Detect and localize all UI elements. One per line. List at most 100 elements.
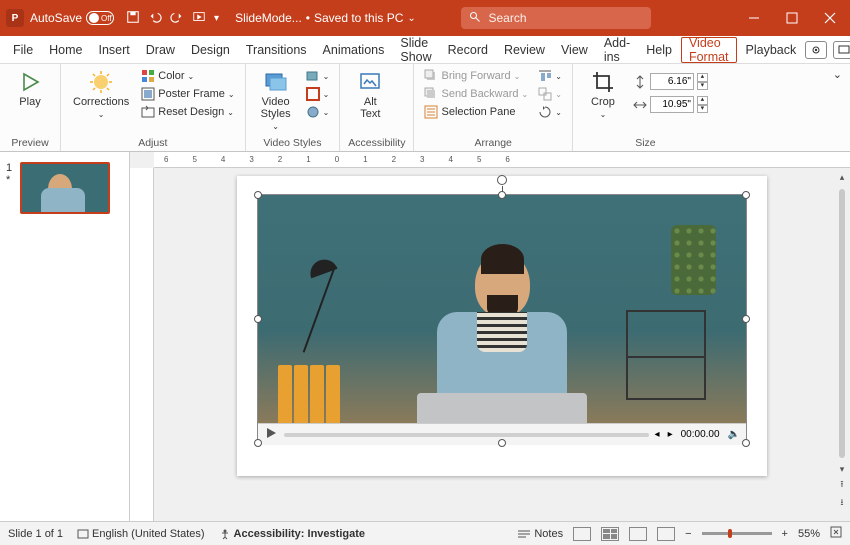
resize-handle[interactable] xyxy=(498,191,506,199)
rotate-button[interactable]: ⌄ xyxy=(536,104,564,120)
redo-icon[interactable] xyxy=(170,10,184,27)
zoom-out-icon[interactable]: − xyxy=(685,528,691,540)
tab-playback[interactable]: Playback xyxy=(739,37,804,63)
accessibility-indicator[interactable]: Accessibility: Investigate xyxy=(219,528,365,540)
reset-design-button[interactable]: Reset Design ⌄ xyxy=(139,104,236,120)
tab-review[interactable]: Review xyxy=(497,37,552,63)
tab-help[interactable]: Help xyxy=(639,37,679,63)
status-bar: Slide 1 of 1 English (United States) Acc… xyxy=(0,521,850,545)
zoom-level[interactable]: 55% xyxy=(798,528,820,540)
video-mute-icon[interactable]: 🔈 xyxy=(728,429,740,440)
tab-addins[interactable]: Add-ins xyxy=(597,37,637,63)
tab-home[interactable]: Home xyxy=(42,37,89,63)
video-effects-button[interactable]: ⌄ xyxy=(304,104,332,120)
tab-file[interactable]: File xyxy=(6,37,40,63)
next-slide-icon[interactable]: ⭳ xyxy=(840,495,843,511)
tab-slideshow[interactable]: Slide Show xyxy=(393,37,438,63)
undo-icon[interactable] xyxy=(148,10,162,27)
ribbon-collapse-icon[interactable]: ⌄ xyxy=(825,64,850,151)
group-button[interactable]: ⌄ xyxy=(536,86,564,102)
resize-handle[interactable] xyxy=(742,191,750,199)
resize-handle[interactable] xyxy=(254,439,262,447)
resize-handle[interactable] xyxy=(742,315,750,323)
scroll-up-icon[interactable]: ▴ xyxy=(840,172,845,183)
qat-more-icon[interactable]: ▾ xyxy=(214,13,219,24)
zoom-in-icon[interactable]: + xyxy=(782,528,788,540)
video-shape-button[interactable]: ⌄ xyxy=(304,68,332,84)
search-box[interactable] xyxy=(461,7,651,29)
thumbnail-image[interactable] xyxy=(20,162,110,214)
reading-view-icon[interactable] xyxy=(629,527,647,541)
video-next-frame-icon[interactable]: ▸ xyxy=(668,429,673,440)
width-field[interactable]: ▴▾ xyxy=(631,95,710,114)
width-spinner[interactable]: ▴▾ xyxy=(697,96,708,113)
sorter-view-icon[interactable] xyxy=(601,527,619,541)
zoom-slider[interactable] xyxy=(702,532,772,535)
height-input[interactable] xyxy=(650,73,694,90)
scroll-down-icon[interactable]: ▾ xyxy=(840,464,845,475)
vertical-scrollbar[interactable]: ▴ ▾ ⭱ ⭳ xyxy=(836,172,848,511)
maximize-button[interactable] xyxy=(778,4,806,32)
scroll-thumb[interactable] xyxy=(839,189,845,458)
tab-draw[interactable]: Draw xyxy=(139,37,182,63)
video-play-icon[interactable] xyxy=(264,426,278,443)
chevron-down-icon[interactable]: ⌄ xyxy=(407,13,415,24)
present-icon[interactable] xyxy=(833,41,850,59)
notes-button[interactable]: Notes xyxy=(517,528,563,540)
tab-view[interactable]: View xyxy=(554,37,595,63)
fit-to-window-icon[interactable] xyxy=(830,526,842,541)
save-icon[interactable] xyxy=(126,10,140,27)
tab-record[interactable]: Record xyxy=(441,37,495,63)
toggle-switch[interactable]: Off xyxy=(86,11,114,25)
video-border-button[interactable]: ⌄ xyxy=(304,86,332,102)
video-seek-track[interactable] xyxy=(284,433,649,437)
search-input[interactable] xyxy=(489,11,643,25)
width-input[interactable] xyxy=(650,96,694,113)
video-prev-frame-icon[interactable]: ◂ xyxy=(655,429,660,440)
prev-slide-icon[interactable]: ⭱ xyxy=(840,477,843,493)
group-size: Crop ⌄ ▴▾ ▴▾ Size xyxy=(573,64,718,151)
height-spinner[interactable]: ▴▾ xyxy=(697,73,708,90)
height-field[interactable]: ▴▾ xyxy=(631,72,710,91)
language-indicator[interactable]: English (United States) xyxy=(77,528,205,540)
slide[interactable]: ◂ ▸ 00:00.00 🔈 xyxy=(237,176,767,476)
tab-insert[interactable]: Insert xyxy=(92,37,137,63)
resize-handle[interactable] xyxy=(742,439,750,447)
tab-video-format[interactable]: Video Format xyxy=(681,37,737,63)
resize-handle[interactable] xyxy=(254,191,262,199)
video-object[interactable]: ◂ ▸ 00:00.00 🔈 xyxy=(257,194,747,444)
group-video-styles: Video Styles ⌄ ⌄ ⌄ ⌄ Video Styles xyxy=(246,64,341,151)
resize-handle[interactable] xyxy=(254,315,262,323)
workspace: 1* 6543210123456 xyxy=(0,152,850,521)
corrections-button[interactable]: Corrections ⌄ xyxy=(69,68,133,121)
play-button[interactable]: Play xyxy=(8,68,52,110)
video-styles-button[interactable]: Video Styles ⌄ xyxy=(254,68,298,133)
bring-forward-button[interactable]: Bring Forward ⌄ xyxy=(422,68,530,84)
selection-pane-button[interactable]: Selection Pane xyxy=(422,104,530,120)
resize-handle[interactable] xyxy=(498,439,506,447)
start-icon[interactable] xyxy=(192,10,206,27)
document-title[interactable]: SlideMode... • Saved to this PC ⌄ xyxy=(235,11,416,25)
tab-animations[interactable]: Animations xyxy=(316,37,392,63)
slideshow-view-icon[interactable] xyxy=(657,527,675,541)
slide-thumbnail-pane[interactable]: 1* xyxy=(0,152,130,521)
normal-view-icon[interactable] xyxy=(573,527,591,541)
thumbnail-1[interactable]: 1* xyxy=(6,162,123,214)
poster-frame-button[interactable]: Poster Frame ⌄ xyxy=(139,86,236,102)
camera-icon[interactable] xyxy=(805,41,827,59)
slide-indicator[interactable]: Slide 1 of 1 xyxy=(8,528,63,540)
align-button[interactable]: ⌄ xyxy=(536,68,564,84)
send-backward-button[interactable]: Send Backward ⌄ xyxy=(422,86,530,102)
crop-button[interactable]: Crop ⌄ xyxy=(581,68,625,121)
minimize-button[interactable] xyxy=(740,4,768,32)
rotate-handle[interactable] xyxy=(497,175,507,185)
tab-design[interactable]: Design xyxy=(184,37,237,63)
video-frame xyxy=(258,195,746,423)
alt-text-button[interactable]: Alt Text xyxy=(348,68,392,122)
color-button[interactable]: Color ⌄ xyxy=(139,68,236,84)
window-controls xyxy=(740,4,844,32)
close-button[interactable] xyxy=(816,4,844,32)
autosave-toggle[interactable]: AutoSave Off xyxy=(30,11,114,25)
ribbon: Play Preview Corrections ⌄ Color ⌄ Poste… xyxy=(0,64,850,152)
tab-transitions[interactable]: Transitions xyxy=(239,37,314,63)
